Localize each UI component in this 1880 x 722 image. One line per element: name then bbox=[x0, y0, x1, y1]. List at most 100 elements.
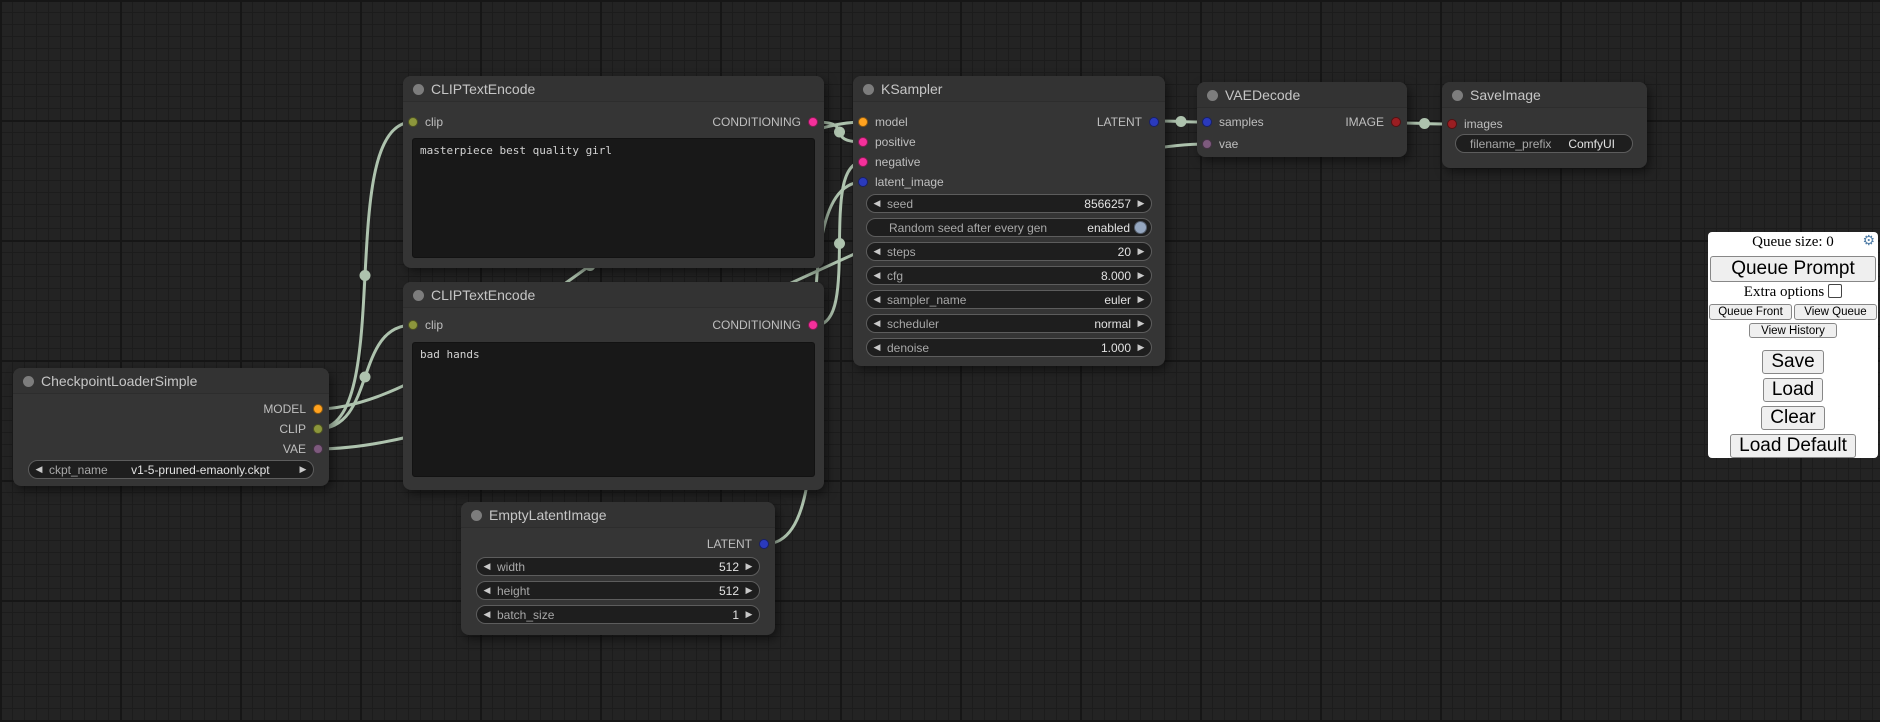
scheduler-widget[interactable]: ◀ scheduler normal ▶ bbox=[866, 314, 1152, 333]
input-slot-images[interactable]: images bbox=[1447, 116, 1503, 132]
batch-size-widget[interactable]: ◀ batch_size 1 ▶ bbox=[476, 605, 760, 624]
latent-slot-dot[interactable] bbox=[759, 539, 769, 549]
clear-button[interactable]: Clear bbox=[1761, 406, 1824, 430]
increment-arrow-icon[interactable]: ▶ bbox=[293, 461, 313, 478]
collapse-dot-icon[interactable] bbox=[863, 84, 874, 95]
width-widget[interactable]: ◀ width 512 ▶ bbox=[476, 557, 760, 576]
filename-prefix-widget[interactable]: filename_prefix ComfyUI bbox=[1455, 134, 1633, 153]
conditioning-slot-dot[interactable] bbox=[808, 320, 818, 330]
input-slot-samples[interactable]: samples bbox=[1202, 114, 1264, 130]
negative-prompt-textarea[interactable]: bad hands bbox=[412, 342, 815, 477]
output-slot-model[interactable]: MODEL bbox=[13, 401, 323, 417]
node-title-bar[interactable]: CLIPTextEncode bbox=[403, 282, 824, 308]
collapse-dot-icon[interactable] bbox=[413, 84, 424, 95]
increment-arrow-icon[interactable]: ▶ bbox=[1131, 267, 1151, 284]
node-clip-text-encode-negative[interactable]: CLIPTextEncode clip CONDITIONING bad han… bbox=[403, 282, 824, 490]
load-default-button[interactable]: Load Default bbox=[1730, 434, 1856, 458]
latent-slot-dot[interactable] bbox=[1149, 117, 1159, 127]
decrement-arrow-icon[interactable]: ◀ bbox=[477, 558, 497, 575]
load-button[interactable]: Load bbox=[1763, 378, 1823, 402]
output-slot-image[interactable]: IMAGE bbox=[1267, 114, 1401, 130]
conditioning-slot-dot[interactable] bbox=[858, 157, 868, 167]
height-widget[interactable]: ◀ height 512 ▶ bbox=[476, 581, 760, 600]
widget-value: enabled bbox=[1047, 221, 1134, 235]
output-slot-conditioning[interactable]: CONDITIONING bbox=[403, 114, 818, 130]
slot-label: CLIP bbox=[279, 422, 306, 436]
output-slot-latent[interactable]: LATENT bbox=[461, 536, 769, 552]
decrement-arrow-icon[interactable]: ◀ bbox=[867, 315, 887, 332]
increment-arrow-icon[interactable]: ▶ bbox=[1131, 291, 1151, 308]
collapse-dot-icon[interactable] bbox=[471, 510, 482, 521]
vae-slot-dot[interactable] bbox=[1202, 139, 1212, 149]
random-seed-toggle-widget[interactable]: Random seed after every gen enabled bbox=[866, 218, 1152, 237]
node-title-bar[interactable]: CheckpointLoaderSimple bbox=[13, 368, 329, 394]
increment-arrow-icon[interactable]: ▶ bbox=[739, 582, 759, 599]
image-slot-dot[interactable] bbox=[1447, 119, 1457, 129]
output-slot-clip[interactable]: CLIP bbox=[13, 421, 323, 437]
input-slot-latent-image[interactable]: latent_image bbox=[858, 174, 944, 190]
vae-slot-dot[interactable] bbox=[313, 444, 323, 454]
output-slot-vae[interactable]: VAE bbox=[13, 441, 323, 457]
collapse-dot-icon[interactable] bbox=[23, 376, 34, 387]
conditioning-slot-dot[interactable] bbox=[858, 137, 868, 147]
slot-label: images bbox=[1464, 117, 1503, 131]
output-slot-latent[interactable]: LATENT bbox=[853, 114, 1159, 130]
decrement-arrow-icon[interactable]: ◀ bbox=[477, 606, 497, 623]
node-title-bar[interactable]: VAEDecode bbox=[1197, 82, 1407, 108]
view-history-button[interactable]: View History bbox=[1749, 323, 1837, 338]
input-slot-positive[interactable]: positive bbox=[858, 134, 916, 150]
image-slot-dot[interactable] bbox=[1391, 117, 1401, 127]
latent-slot-dot[interactable] bbox=[1202, 117, 1212, 127]
model-slot-dot[interactable] bbox=[313, 404, 323, 414]
latent-slot-dot[interactable] bbox=[858, 177, 868, 187]
seed-widget[interactable]: ◀ seed 8566257 ▶ bbox=[866, 194, 1152, 213]
queue-front-button[interactable]: Queue Front bbox=[1709, 304, 1792, 320]
decrement-arrow-icon[interactable]: ◀ bbox=[867, 267, 887, 284]
increment-arrow-icon[interactable]: ▶ bbox=[1131, 339, 1151, 356]
increment-arrow-icon[interactable]: ▶ bbox=[1131, 243, 1151, 260]
node-title-bar[interactable]: CLIPTextEncode bbox=[403, 76, 824, 102]
increment-arrow-icon[interactable]: ▶ bbox=[739, 558, 759, 575]
toggle-indicator-icon[interactable] bbox=[1134, 221, 1147, 234]
sampler-name-widget[interactable]: ◀ sampler_name euler ▶ bbox=[866, 290, 1152, 309]
ckpt-name-widget[interactable]: ◀ ckpt_name v1-5-pruned-emaonly.ckpt ▶ bbox=[28, 460, 314, 479]
decrement-arrow-icon[interactable]: ◀ bbox=[867, 243, 887, 260]
extra-options-checkbox[interactable] bbox=[1828, 284, 1842, 298]
node-save-image[interactable]: SaveImage images filename_prefix ComfyUI bbox=[1442, 82, 1647, 168]
node-checkpoint-loader[interactable]: CheckpointLoaderSimple MODEL CLIP VAE ◀ … bbox=[13, 368, 329, 486]
decrement-arrow-icon[interactable]: ◀ bbox=[867, 339, 887, 356]
graph-canvas[interactable]: CheckpointLoaderSimple MODEL CLIP VAE ◀ … bbox=[0, 0, 1880, 722]
steps-widget[interactable]: ◀ steps 20 ▶ bbox=[866, 242, 1152, 261]
save-button[interactable]: Save bbox=[1762, 350, 1823, 374]
widget-name: Random seed after every gen bbox=[889, 221, 1047, 235]
settings-gear-icon[interactable]: ⚙ bbox=[1862, 234, 1875, 250]
cfg-widget[interactable]: ◀ cfg 8.000 ▶ bbox=[866, 266, 1152, 285]
collapse-dot-icon[interactable] bbox=[1207, 90, 1218, 101]
decrement-arrow-icon[interactable]: ◀ bbox=[29, 461, 49, 478]
node-vae-decode[interactable]: VAEDecode samples vae IMAGE bbox=[1197, 82, 1407, 157]
decrement-arrow-icon[interactable]: ◀ bbox=[867, 195, 887, 212]
node-clip-text-encode-positive[interactable]: CLIPTextEncode clip CONDITIONING masterp… bbox=[403, 76, 824, 268]
input-slot-vae[interactable]: vae bbox=[1202, 136, 1238, 152]
queue-menu-panel: Queue size: 0 ⚙ Queue Prompt Extra optio… bbox=[1708, 232, 1878, 458]
node-title-bar[interactable]: KSampler bbox=[853, 76, 1165, 102]
node-title-bar[interactable]: SaveImage bbox=[1442, 82, 1647, 108]
increment-arrow-icon[interactable]: ▶ bbox=[1131, 195, 1151, 212]
node-title-bar[interactable]: EmptyLatentImage bbox=[461, 502, 775, 528]
increment-arrow-icon[interactable]: ▶ bbox=[1131, 315, 1151, 332]
view-queue-button[interactable]: View Queue bbox=[1794, 304, 1877, 320]
queue-prompt-button[interactable]: Queue Prompt bbox=[1710, 256, 1876, 282]
node-empty-latent-image[interactable]: EmptyLatentImage LATENT ◀ width 512 ▶ ◀ … bbox=[461, 502, 775, 635]
decrement-arrow-icon[interactable]: ◀ bbox=[477, 582, 497, 599]
positive-prompt-textarea[interactable]: masterpiece best quality girl bbox=[412, 138, 815, 258]
collapse-dot-icon[interactable] bbox=[1452, 90, 1463, 101]
collapse-dot-icon[interactable] bbox=[413, 290, 424, 301]
node-ksampler[interactable]: KSampler model positive negative latent_… bbox=[853, 76, 1165, 366]
conditioning-slot-dot[interactable] bbox=[808, 117, 818, 127]
output-slot-conditioning[interactable]: CONDITIONING bbox=[403, 317, 818, 333]
increment-arrow-icon[interactable]: ▶ bbox=[739, 606, 759, 623]
decrement-arrow-icon[interactable]: ◀ bbox=[867, 291, 887, 308]
clip-slot-dot[interactable] bbox=[313, 424, 323, 434]
input-slot-negative[interactable]: negative bbox=[858, 154, 920, 170]
denoise-widget[interactable]: ◀ denoise 1.000 ▶ bbox=[866, 338, 1152, 357]
